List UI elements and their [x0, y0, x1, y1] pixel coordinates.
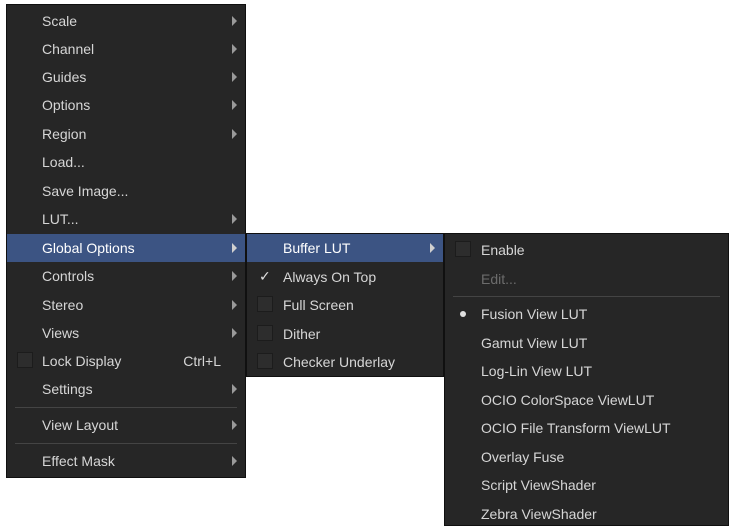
menu-item-ocio-colorspace-viewlut[interactable]: OCIO ColorSpace ViewLUT — [445, 386, 728, 414]
menu-separator — [15, 443, 237, 444]
menu-item-label: Effect Mask — [42, 453, 115, 469]
menu-item-label: Zebra ViewShader — [481, 506, 597, 522]
submenu-arrow-icon — [232, 214, 237, 224]
menu-item-views[interactable]: Views — [7, 319, 245, 347]
submenu-arrow-icon — [232, 328, 237, 338]
menu-item-label: Global Options — [42, 240, 135, 256]
lock-display-checkbox[interactable] — [17, 352, 33, 368]
menu-item-label: Log-Lin View LUT — [481, 363, 593, 379]
menu-item-log-lin-view-lut[interactable]: Log-Lin View LUT — [445, 357, 728, 385]
submenu-arrow-icon — [232, 72, 237, 82]
checkmark-icon: ✓ — [259, 268, 271, 284]
menu-item-view-layout[interactable]: View Layout — [7, 411, 245, 439]
menu-item-label: Always On Top — [283, 269, 377, 285]
submenu-arrow-icon — [232, 243, 237, 253]
menu-item-gamut-view-lut[interactable]: Gamut View LUT — [445, 329, 728, 357]
menu-item-label: Options — [42, 97, 91, 113]
buffer-lut-submenu: Enable Edit... Fusion View LUT Gamut Vie… — [444, 233, 729, 526]
menu-item-label: Stereo — [42, 297, 84, 313]
radio-bullet-icon — [460, 311, 466, 317]
menu-item-options[interactable]: Options — [7, 91, 245, 119]
menu-item-buffer-lut[interactable]: Buffer LUT — [247, 234, 443, 262]
menu-item-label: OCIO ColorSpace ViewLUT — [481, 392, 655, 408]
menu-item-settings[interactable]: Settings — [7, 375, 245, 403]
menu-item-overlay-fuse[interactable]: Overlay Fuse — [445, 443, 728, 471]
menu-item-stereo[interactable]: Stereo — [7, 291, 245, 319]
menu-item-region[interactable]: Region — [7, 120, 245, 148]
menu-separator — [15, 407, 237, 408]
shortcut-label: Ctrl+L — [183, 353, 221, 369]
menu-item-label: Full Screen — [283, 297, 354, 313]
menu-item-scale[interactable]: Scale — [7, 7, 245, 35]
submenu-arrow-icon — [232, 300, 237, 310]
menu-item-label: OCIO File Transform ViewLUT — [481, 420, 671, 436]
submenu-arrow-icon — [232, 420, 237, 430]
submenu-arrow-icon — [232, 456, 237, 466]
context-menu: Scale Channel Guides Options Region Load… — [6, 4, 246, 478]
menu-item-label: LUT... — [42, 211, 79, 227]
menu-item-label: Channel — [42, 41, 95, 57]
menu-item-global-options[interactable]: Global Options — [7, 234, 245, 262]
menu-item-save-image[interactable]: Save Image... — [7, 177, 245, 205]
menu-item-label: Fusion View LUT — [481, 306, 588, 322]
menu-item-label: Views — [42, 325, 80, 341]
menu-separator — [453, 296, 720, 297]
menu-item-label: Scale — [42, 13, 78, 29]
menu-item-load[interactable]: Load... — [7, 148, 245, 176]
menu-item-label: Script ViewShader — [481, 477, 596, 493]
menu-item-dither[interactable]: Dither — [247, 320, 443, 348]
menu-item-label: Controls — [42, 268, 95, 284]
menu-item-checker-underlay[interactable]: Checker Underlay — [247, 348, 443, 376]
global-options-submenu: Buffer LUT ✓ Always On Top Full Screen D… — [246, 233, 444, 377]
submenu-arrow-icon — [232, 271, 237, 281]
menu-item-label: Lock Display — [42, 353, 122, 369]
menu-item-edit: Edit... — [445, 265, 728, 293]
menu-item-label: Enable — [481, 242, 525, 258]
menu-item-label: Guides — [42, 69, 87, 85]
menu-item-enable[interactable]: Enable — [445, 236, 728, 264]
menu-item-label: Checker Underlay — [283, 354, 396, 370]
menu-item-ocio-file-transform-viewlut[interactable]: OCIO File Transform ViewLUT — [445, 414, 728, 442]
submenu-arrow-icon — [232, 129, 237, 139]
menu-item-label: Gamut View LUT — [481, 335, 588, 351]
submenu-arrow-icon — [232, 16, 237, 26]
menu-item-label: Dither — [283, 326, 321, 342]
menu-item-zebra-viewshader[interactable]: Zebra ViewShader — [445, 500, 728, 528]
submenu-arrow-icon — [232, 384, 237, 394]
checker-underlay-checkbox[interactable] — [257, 353, 273, 369]
submenu-arrow-icon — [430, 243, 435, 253]
menu-item-effect-mask[interactable]: Effect Mask — [7, 447, 245, 475]
menu-item-label: Save Image... — [42, 183, 129, 199]
enable-checkbox[interactable] — [455, 241, 471, 257]
menu-item-label: Load... — [42, 154, 85, 170]
menu-item-controls[interactable]: Controls — [7, 262, 245, 290]
menu-item-always-on-top[interactable]: ✓ Always On Top — [247, 263, 443, 291]
menu-item-lock-display[interactable]: Lock Display Ctrl+L — [7, 347, 245, 375]
menu-item-label: Edit... — [481, 271, 517, 287]
menu-item-guides[interactable]: Guides — [7, 63, 245, 91]
menu-item-full-screen[interactable]: Full Screen — [247, 291, 443, 319]
menu-item-label: Region — [42, 126, 87, 142]
submenu-arrow-icon — [232, 44, 237, 54]
submenu-arrow-icon — [232, 100, 237, 110]
menu-item-label: View Layout — [42, 417, 119, 433]
menu-item-label: Buffer LUT — [283, 240, 351, 256]
menu-item-fusion-view-lut[interactable]: Fusion View LUT — [445, 300, 728, 328]
dither-checkbox[interactable] — [257, 325, 273, 341]
menu-item-label: Overlay Fuse — [481, 449, 565, 465]
menu-item-channel[interactable]: Channel — [7, 35, 245, 63]
full-screen-checkbox[interactable] — [257, 296, 273, 312]
menu-item-label: Settings — [42, 381, 93, 397]
menu-item-lut[interactable]: LUT... — [7, 205, 245, 233]
menu-item-script-viewshader[interactable]: Script ViewShader — [445, 471, 728, 499]
